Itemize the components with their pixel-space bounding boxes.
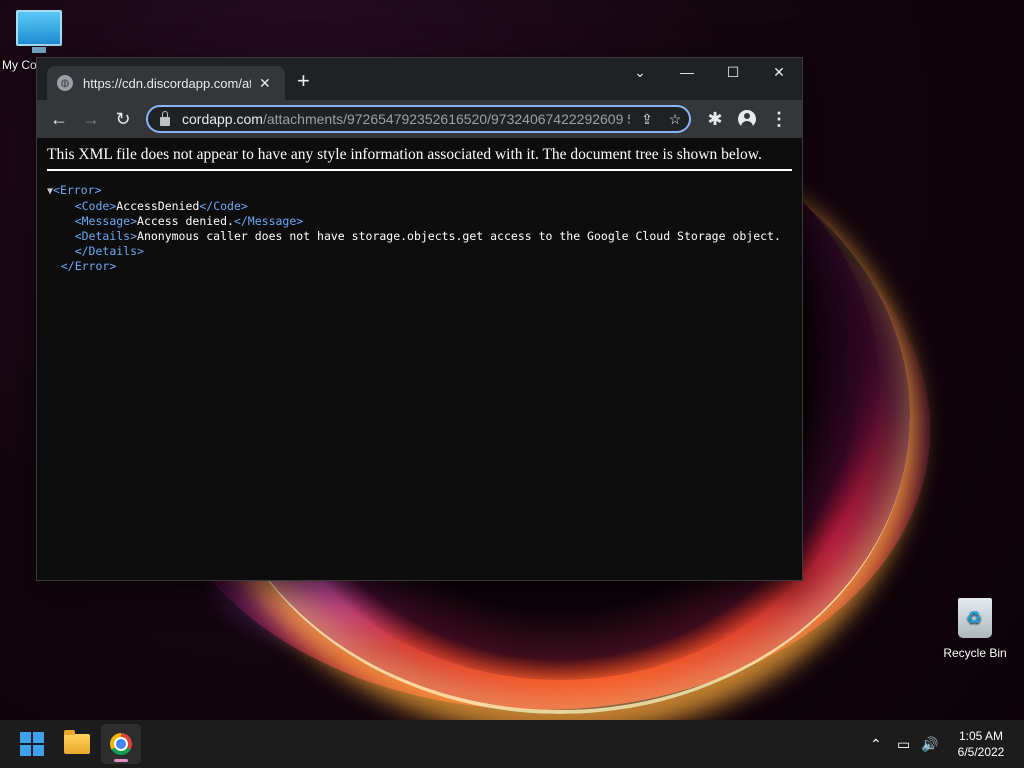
desktop-icon-label: Recycle Bin — [943, 646, 1007, 660]
forward-button[interactable]: → — [77, 106, 105, 132]
browser-toolbar: ← → ↻ cordapp.com/attachments/9726547923… — [37, 100, 802, 138]
minimize-button[interactable]: — — [664, 58, 710, 86]
xml-message-open-tag: <Message> — [74, 214, 138, 228]
recycle-bin-icon: ♻ — [958, 598, 992, 638]
chrome-icon — [110, 733, 132, 755]
page-content: This XML file does not appear to have an… — [37, 138, 802, 580]
taskbar: ⌃ ▭ 🔊 1:05 AM 6/5/2022 — [0, 720, 1024, 768]
globe-icon: ◍ — [57, 75, 73, 91]
url-host: cordapp.com — [182, 111, 263, 127]
profile-avatar-icon — [738, 110, 756, 128]
browser-tab[interactable]: ◍ https://cdn.discordapp.com/attac ✕ — [47, 66, 285, 100]
start-button[interactable] — [12, 724, 52, 764]
tab-close-icon[interactable]: ✕ — [259, 75, 271, 92]
chrome-taskbar-button[interactable] — [101, 724, 141, 764]
tab-search-button[interactable]: ⌄ — [617, 58, 663, 86]
browser-window: ◍ https://cdn.discordapp.com/attac ✕ + ⌄… — [36, 57, 803, 581]
address-url[interactable]: cordapp.com/attachments/9726547923526165… — [182, 111, 630, 127]
show-hidden-icons-chevron-icon[interactable]: ⌃ — [870, 720, 882, 768]
url-path: /attachments/972654792352616520/97324067… — [262, 111, 630, 127]
extensions-puzzle-icon[interactable]: ✱ — [701, 106, 729, 132]
close-window-button[interactable]: ✕ — [756, 58, 802, 86]
desktop-icon-recycle-bin[interactable]: ♻ Recycle Bin — [940, 598, 1010, 660]
xml-details-open-tag: <Details> — [74, 229, 138, 243]
address-bar[interactable]: cordapp.com/attachments/9726547923526165… — [146, 105, 691, 133]
title-bar: ◍ https://cdn.discordapp.com/attac ✕ + ⌄… — [37, 58, 802, 100]
active-app-indicator — [114, 759, 128, 762]
xml-style-banner: This XML file does not appear to have an… — [47, 146, 792, 171]
profile-button[interactable] — [733, 106, 761, 132]
lock-icon[interactable] — [160, 110, 170, 126]
xml-error-close-tag: </Error> — [60, 259, 117, 273]
clock-time: 1:05 AM — [958, 729, 1004, 743]
folder-icon — [64, 730, 90, 754]
xml-message-value: Access denied. — [137, 214, 234, 228]
xml-tree: ▼<Error> <Code>AccessDenied</Code> <Mess… — [47, 183, 802, 274]
new-tab-button[interactable]: + — [297, 70, 310, 92]
xml-details-close-tag: </Details> — [74, 244, 144, 258]
volume-icon[interactable]: 🔊 — [921, 720, 938, 768]
xml-message-close-tag: </Message> — [233, 214, 304, 228]
kebab-menu-icon[interactable]: ⋮ — [765, 106, 793, 132]
back-button[interactable]: ← — [45, 106, 73, 132]
share-icon[interactable]: ⇪ — [636, 111, 658, 128]
reload-button[interactable]: ↻ — [109, 106, 137, 132]
maximize-button[interactable]: ☐ — [710, 58, 756, 86]
xml-code-value: AccessDenied — [116, 199, 200, 213]
file-explorer-button[interactable] — [57, 724, 97, 764]
xml-code-open-tag: <Code> — [74, 199, 117, 213]
clock-date: 6/5/2022 — [957, 745, 1005, 759]
xml-details-value: Anonymous caller does not have storage.o… — [137, 229, 781, 243]
network-icon[interactable]: ▭ — [897, 720, 910, 768]
start-icon — [20, 732, 44, 756]
xml-error-open-tag: <Error> — [53, 183, 102, 197]
tab-title: https://cdn.discordapp.com/attac — [83, 75, 251, 91]
monitor-icon — [16, 10, 62, 53]
system-clock[interactable]: 1:05 AM 6/5/2022 — [944, 728, 1018, 760]
xml-code-close-tag: </Code> — [199, 199, 248, 213]
bookmark-star-icon[interactable]: ☆ — [664, 111, 686, 128]
